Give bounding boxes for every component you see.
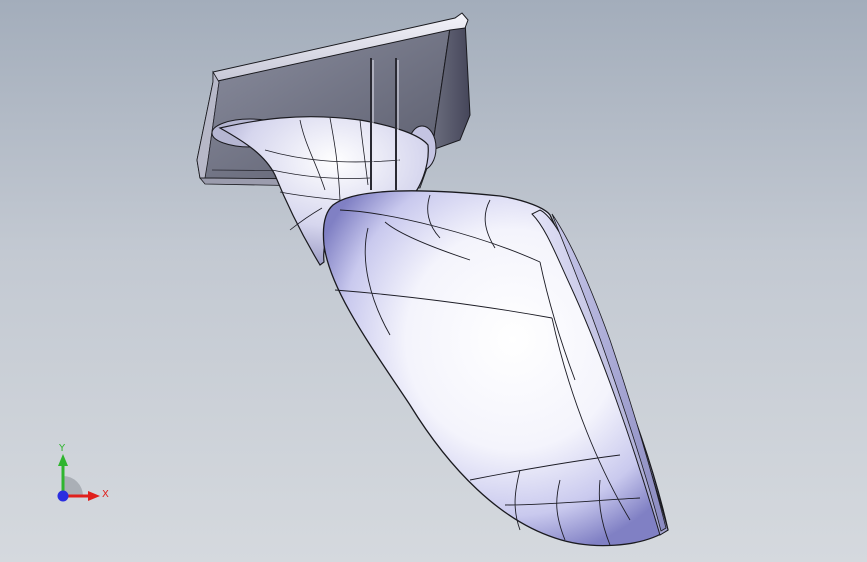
x-axis-label: X (102, 489, 109, 500)
mirror-housing[interactable] (322, 190, 669, 547)
mirror-model[interactable] (0, 0, 867, 562)
y-axis-label: Y (58, 443, 66, 454)
z-axis-dot (57, 490, 69, 502)
y-axis-arrow (58, 454, 68, 466)
x-axis-arrow (88, 491, 100, 501)
graphics-viewport[interactable]: Y X (0, 0, 867, 562)
coordinate-triad: Y X (40, 436, 120, 516)
